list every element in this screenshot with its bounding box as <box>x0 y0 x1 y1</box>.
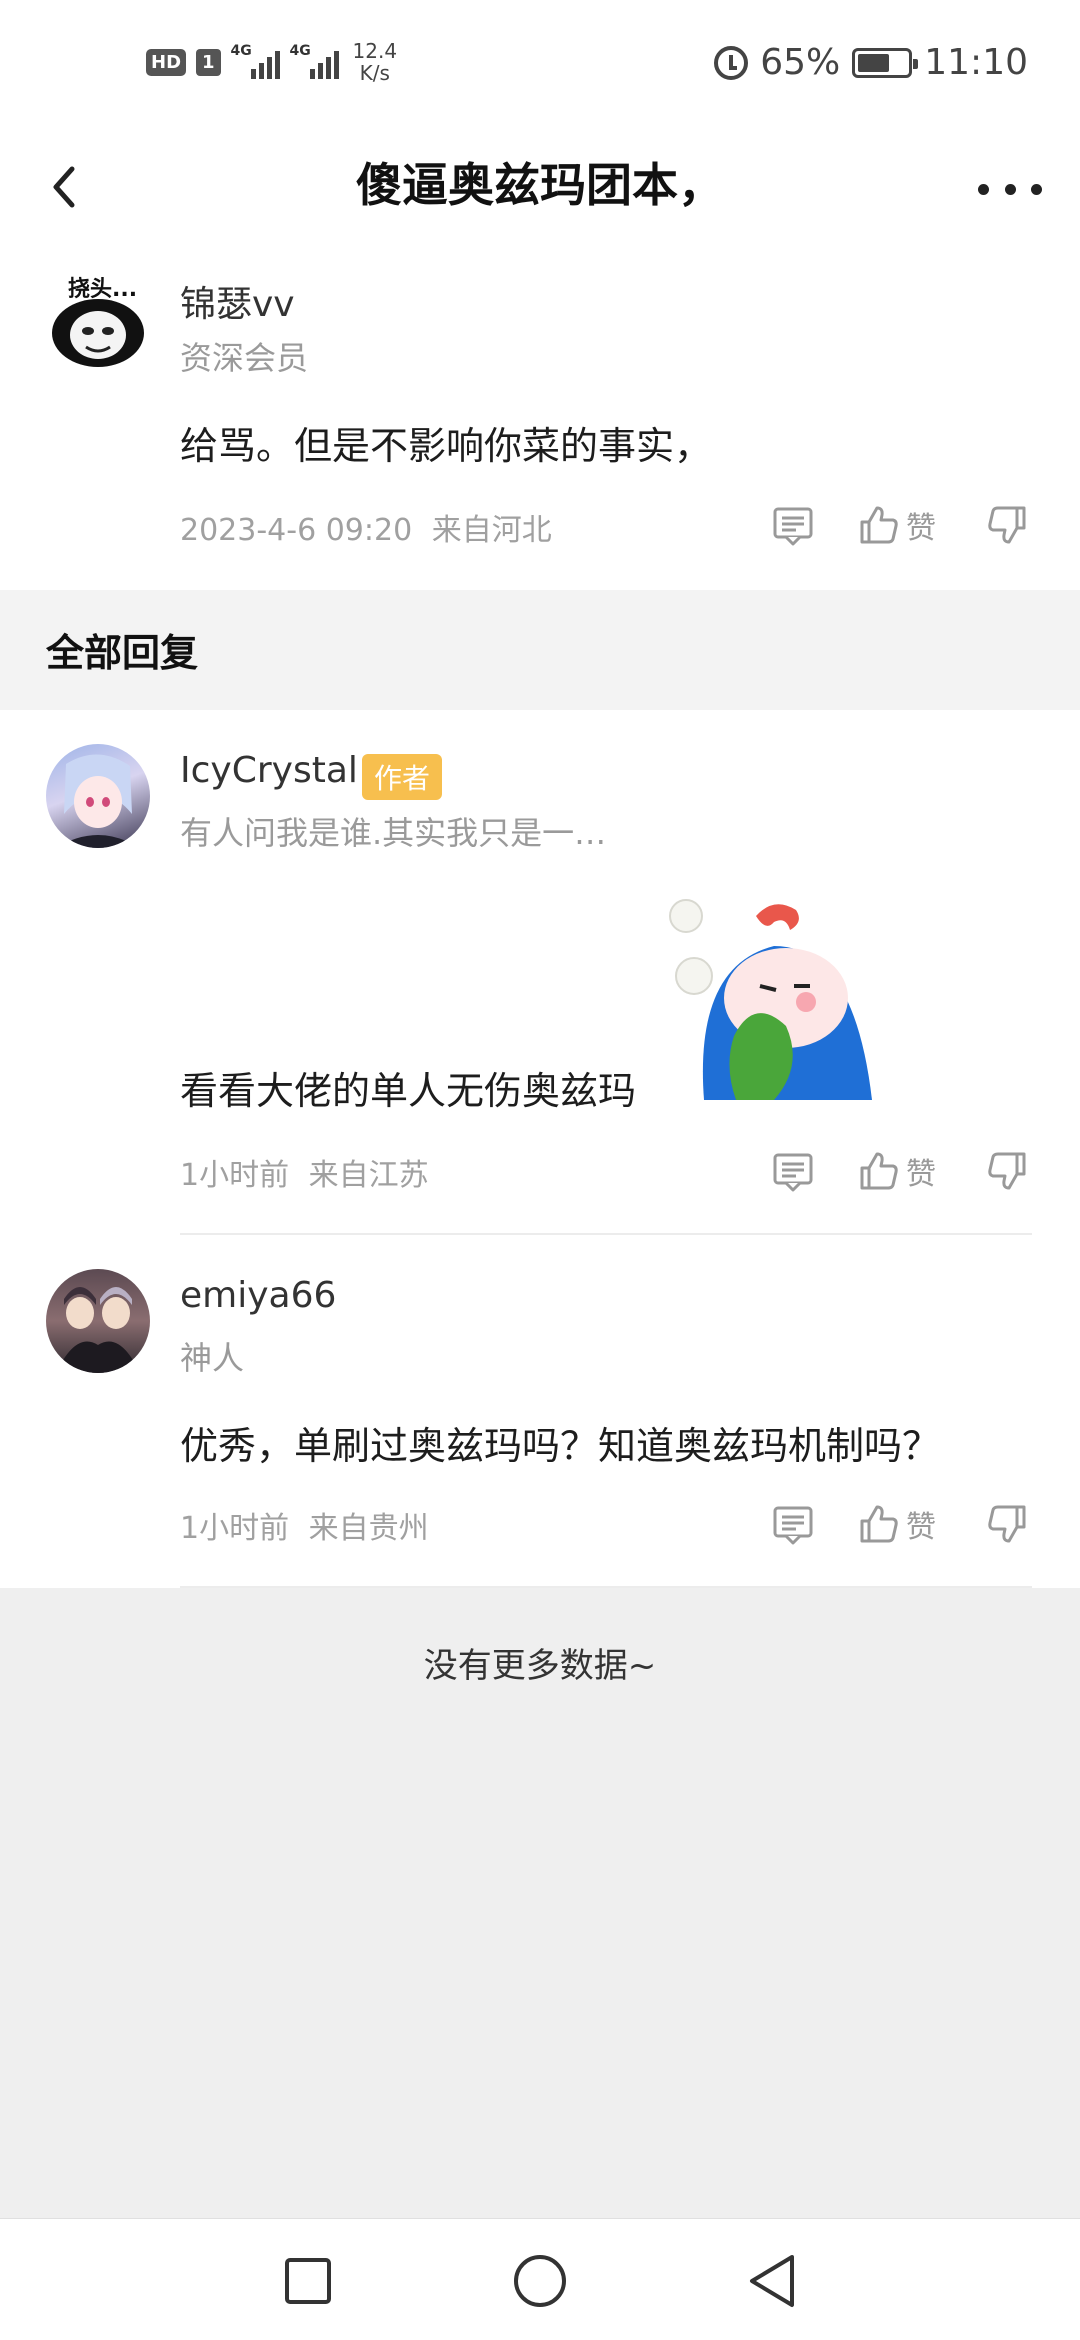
dislike-button[interactable] <box>986 1503 1028 1545</box>
username[interactable]: emiya66 <box>180 1275 336 1316</box>
dislike-button[interactable] <box>986 504 1028 546</box>
speed-value: 12.4 <box>352 39 398 63</box>
like-label: 赞 <box>906 511 936 546</box>
reply-content: 优秀，单刷过奥兹玛吗？知道奥兹玛机制吗？ <box>180 1424 941 1468</box>
battery-fill <box>858 53 890 72</box>
recents-button[interactable] <box>278 2251 338 2311</box>
username[interactable]: 锦瑟vv <box>180 275 295 327</box>
comment-icon <box>773 1506 813 1545</box>
like-button[interactable]: 赞 <box>858 1502 936 1546</box>
network-type-2: 4G <box>289 43 311 59</box>
reply-meta: 1小时前 来自贵州 <box>180 1503 429 1547</box>
username[interactable]: IcyCrystal <box>180 750 358 791</box>
section-title: 全部回复 <box>46 631 199 675</box>
network-type-1: 4G <box>230 43 252 59</box>
avatar[interactable] <box>46 1269 150 1373</box>
sim-icon: 1 <box>196 48 221 76</box>
status-bar: HD 1 4G 4G 12.4 K/s 65% 11:10 <box>0 0 1080 135</box>
reply-content: 看看大佬的单人无伤奥兹玛 <box>180 1069 637 1113</box>
battery-icon <box>852 47 919 78</box>
list-footer: 没有更多数据~ <box>0 1588 1080 2218</box>
time: 1小时前 <box>180 1511 290 1546</box>
comment-meta: 2023-4-6 09:20 来自河北 <box>180 505 552 549</box>
user-level: 资深会员 <box>180 339 309 377</box>
avatar-caption: 挠头... <box>68 277 138 302</box>
main-comment: 挠头... 锦瑟vv 资深会员 给骂。但是不影响你菜的事实， 2023-4-6 … <box>0 245 1080 590</box>
location: 来自贵州 <box>308 1511 429 1546</box>
signal-icon: 4G <box>230 43 280 79</box>
reply-item: IcyCrystal 作者 有人问我是谁.其实我只是一… 看看大佬的单人无伤奥兹… <box>0 710 1080 1235</box>
page-title: 傻逼奥兹玛团本， <box>356 158 724 212</box>
hd-icon: HD <box>146 48 187 76</box>
like-button[interactable]: 赞 <box>858 1149 936 1193</box>
user-signature: 有人问我是谁.其实我只是一… <box>180 814 607 852</box>
anime-group-avatar-icon <box>56 1287 140 1373</box>
more-dot <box>1031 183 1042 195</box>
thumbs-down-icon <box>988 1505 1026 1543</box>
comment-icon <box>773 1153 813 1192</box>
reply-item: emiya66 神人 优秀，单刷过奥兹玛吗？知道奥兹玛机制吗？ 1小时前 来自贵… <box>0 1235 1080 1588</box>
replies-section-header: 全部回复 <box>0 590 1080 710</box>
comment-content: 给骂。但是不影响你菜的事实， <box>180 424 713 468</box>
clock: 11:10 <box>924 42 1028 83</box>
time: 1小时前 <box>180 1158 290 1193</box>
user-level: 神人 <box>180 1339 245 1377</box>
thumbs-up-icon <box>860 506 898 544</box>
triangle-back-icon <box>750 2255 794 2307</box>
cartoon-sticker-icon <box>669 899 872 1100</box>
anime-avatar-icon <box>56 754 140 848</box>
circle-icon <box>514 2255 566 2307</box>
like-label: 赞 <box>906 1510 936 1545</box>
location: 来自河北 <box>431 513 552 548</box>
network-speed: 12.4 K/s <box>353 40 398 84</box>
system-nav-bar <box>0 2218 1080 2340</box>
status-right: 65% 11:10 <box>714 42 1028 83</box>
avatar[interactable]: 挠头... <box>46 267 150 371</box>
comment-actions: 赞 <box>772 500 1028 550</box>
thumbs-down-icon <box>988 1152 1026 1190</box>
back-nav-button[interactable] <box>742 2251 802 2311</box>
alarm-icon <box>714 45 749 80</box>
square-icon <box>285 2258 331 2304</box>
more-dot <box>978 183 989 195</box>
like-button[interactable]: 赞 <box>858 503 936 547</box>
reply-button[interactable] <box>772 1150 814 1192</box>
location: 来自江苏 <box>308 1158 429 1193</box>
reply-meta: 1小时前 来自江苏 <box>180 1150 429 1194</box>
more-button[interactable] <box>970 161 1050 217</box>
signal-icon: 4G <box>289 43 339 79</box>
more-dot <box>1004 183 1016 195</box>
reply-button[interactable] <box>772 504 814 546</box>
thumbs-down-icon <box>988 506 1026 544</box>
reply-button[interactable] <box>772 1503 814 1545</box>
dislike-button[interactable] <box>986 1150 1028 1192</box>
sticker-image <box>664 886 874 1100</box>
home-button[interactable] <box>510 2251 570 2311</box>
author-badge: 作者 <box>362 754 443 800</box>
thumbs-up-icon <box>860 1152 898 1190</box>
reply-actions: 赞 <box>772 1146 1028 1196</box>
thumbs-up-icon <box>860 1505 898 1543</box>
avatar[interactable] <box>46 744 150 848</box>
comment-icon <box>773 507 813 546</box>
no-more-data-text: 没有更多数据~ <box>423 1646 657 1686</box>
battery-percent: 65% <box>760 42 841 83</box>
app-header: 傻逼奥兹玛团本， <box>0 135 1080 245</box>
reply-actions: 赞 <box>772 1499 1028 1549</box>
speed-unit: K/s <box>359 61 390 85</box>
status-left: HD 1 4G 4G 12.4 K/s <box>146 40 397 84</box>
timestamp: 2023-4-6 09:20 <box>180 513 413 548</box>
like-label: 赞 <box>906 1157 936 1192</box>
